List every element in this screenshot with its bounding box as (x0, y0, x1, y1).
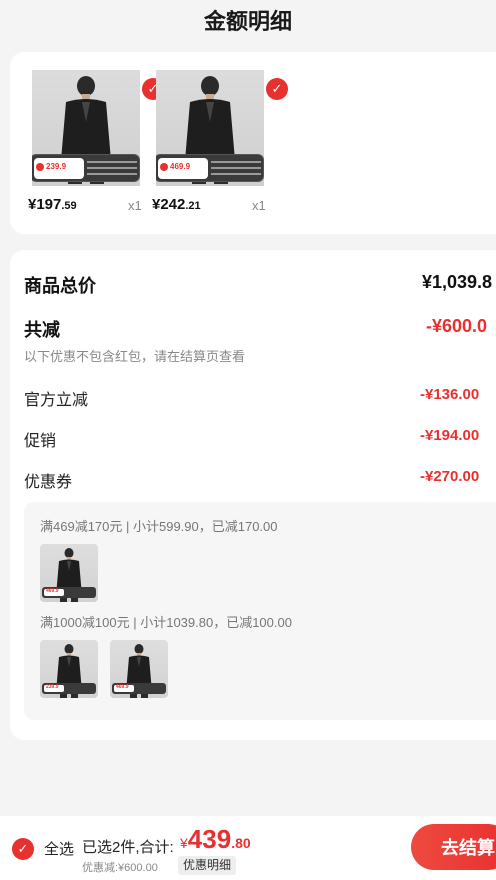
total-label: 商品总价 (24, 276, 96, 296)
mini-tag-price: 469.9 (116, 684, 129, 690)
discount-detail-button[interactable]: 优惠明细 (178, 856, 237, 875)
price-int: ¥197 (28, 196, 62, 213)
product-item[interactable]: 469.9 ✓ ¥242.21 x1 (152, 70, 288, 213)
discount-value: -¥194.00 (420, 427, 480, 444)
product-price-tag: 469.9 (156, 154, 264, 182)
coupon-product-thumb[interactable]: 239.9 (40, 640, 98, 698)
reduce-value: -¥600.0 (426, 316, 488, 336)
coupon-product-thumb[interactable]: 469.9 (110, 640, 168, 698)
discount-value: -¥270.00 (420, 468, 480, 485)
discount-label: 促销 (24, 433, 57, 450)
product-item[interactable]: 239.9 ✓ ¥197.59 x1 (28, 70, 164, 213)
product-check-icon[interactable]: ✓ (266, 78, 288, 100)
selected-summary: 已选2件,合计: (82, 839, 174, 856)
discount-label: 优惠券 (24, 474, 73, 491)
tag-price: 239.9 (46, 162, 67, 171)
checkout-button[interactable]: 去结算 (411, 824, 496, 870)
total-amount: ¥439.80 (180, 824, 251, 855)
mini-tag-price: 469.9 (46, 588, 59, 594)
price-int: ¥242 (152, 196, 186, 213)
product-image[interactable]: 239.9 (32, 70, 140, 186)
amount-detail-card: 商品总价 ¥1,039.8 共减 -¥600.0 以下优惠不包含红包，请在结算页… (10, 250, 496, 740)
select-all-check-icon[interactable]: ✓ (12, 838, 34, 860)
product-qty: x1 (252, 198, 266, 213)
discount-label: 官方立减 (24, 392, 89, 409)
total-dec: .80 (231, 835, 251, 851)
price-dec: .21 (185, 200, 201, 212)
mini-tag-price: 239.9 (46, 684, 59, 690)
total-currency: ¥ (180, 835, 188, 851)
coupon-rule: 满1000减100元 | 小计1039.80，已减100.00 (40, 615, 292, 630)
page-header: 金额明细 (0, 0, 496, 46)
product-price: ¥197.59 (28, 196, 77, 213)
product-image[interactable]: 469.9 (156, 70, 264, 186)
page-title: 金额明细 (203, 9, 292, 34)
discount-summary: 优惠减:¥600.00 (82, 862, 158, 874)
total-int: 439 (187, 824, 232, 854)
product-qty: x1 (128, 198, 142, 213)
checkout-bar: ✓ 全选 已选2件,合计: ¥439.80 优惠减:¥600.00 优惠明细 去… (0, 816, 496, 880)
product-card: 239.9 ✓ ¥197.59 x1 469.9 ✓ ¥242.21 x1 (10, 52, 496, 234)
tag-price: 469.9 (170, 162, 191, 171)
discount-value: -¥136.00 (420, 386, 480, 403)
coupon-product-thumb[interactable]: 469.9 (40, 544, 98, 602)
reduce-note: 以下优惠不包含红包，请在结算页查看 (24, 349, 246, 364)
coupon-detail-box: 满469减170元 | 小计599.90，已减170.00 469.9 满100… (24, 502, 496, 720)
product-price: ¥242.21 (152, 196, 201, 213)
coupon-rule: 满469减170元 | 小计599.90，已减170.00 (40, 519, 278, 534)
reduce-label: 共减 (24, 320, 60, 340)
price-dec: .59 (61, 200, 77, 212)
total-value: ¥1,039.8 (422, 272, 493, 292)
product-price-tag: 239.9 (32, 154, 140, 182)
select-all-label[interactable]: 全选 (44, 838, 74, 859)
